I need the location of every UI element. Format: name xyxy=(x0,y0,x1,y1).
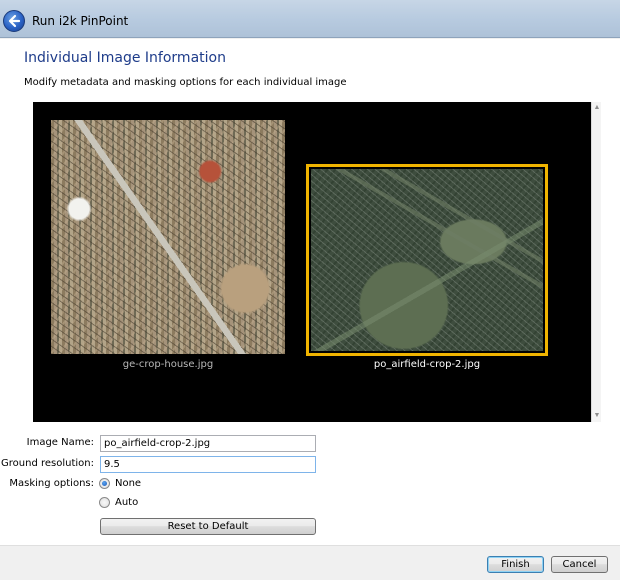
cancel-button[interactable]: Cancel xyxy=(551,556,608,573)
window-title: Run i2k PinPoint xyxy=(32,14,129,28)
image-caption: ge-crop-house.jpg xyxy=(122,359,214,370)
ground-resolution-label: Ground resolution: xyxy=(1,458,94,469)
scroll-up-icon[interactable]: ▲ xyxy=(593,104,601,112)
title-bar: Run i2k PinPoint xyxy=(0,0,620,38)
masking-options-label: Masking options: xyxy=(9,478,94,489)
wizard-footer: Finish Cancel xyxy=(0,545,620,580)
viewer-scrollbar[interactable]: ▲ ▼ xyxy=(591,102,601,422)
page-subheading: Modify metadata and masking options for … xyxy=(24,77,347,88)
image-name-input[interactable] xyxy=(100,435,316,452)
scroll-down-icon[interactable]: ▼ xyxy=(593,412,601,420)
image-name-label: Image Name: xyxy=(26,437,94,448)
back-arrow-icon xyxy=(8,14,21,28)
wizard-page: Individual Image Information Modify meta… xyxy=(0,39,620,545)
image-thumbnail-po-airfield-selected[interactable] xyxy=(306,164,548,356)
finish-button[interactable]: Finish xyxy=(487,556,544,573)
reset-to-default-button[interactable]: Reset to Default xyxy=(100,518,316,535)
image-thumbnail-ge-crop-house[interactable] xyxy=(51,120,285,354)
image-viewer[interactable]: ge-crop-house.jpg po_airfield-crop-2.jpg xyxy=(33,102,591,422)
page-heading: Individual Image Information xyxy=(24,50,226,66)
masking-none-label[interactable]: None xyxy=(115,478,141,489)
masking-none-radio[interactable] xyxy=(99,478,110,489)
ground-resolution-input[interactable] xyxy=(100,456,316,473)
back-button[interactable] xyxy=(3,10,25,32)
aerial-image xyxy=(311,169,543,351)
image-caption-selected: po_airfield-crop-2.jpg xyxy=(373,359,481,370)
masking-auto-radio[interactable] xyxy=(99,497,110,508)
masking-auto-label[interactable]: Auto xyxy=(115,497,138,508)
